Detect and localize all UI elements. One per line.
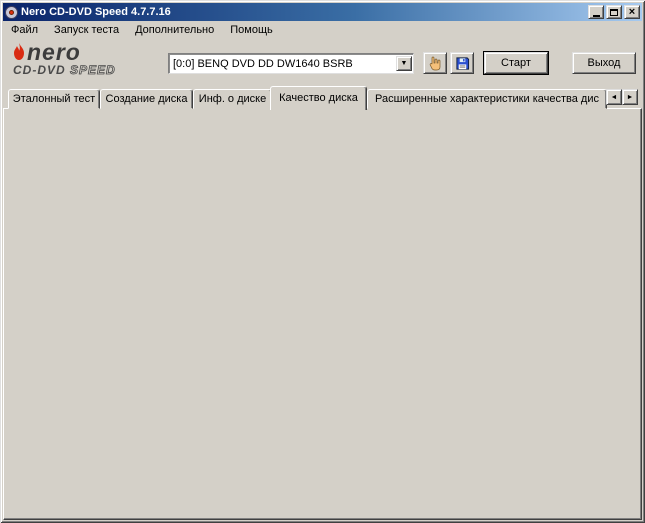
tab-advanced-quality[interactable]: Расширенные характеристики качества дис <box>367 89 607 109</box>
tab-scroll-right-button[interactable]: ► <box>622 89 638 105</box>
menu-item-run-test[interactable]: Запуск теста <box>46 22 127 38</box>
window-title: Nero CD-DVD Speed 4.7.7.16 <box>21 6 171 18</box>
title-bar[interactable]: Nero CD-DVD Speed 4.7.7.16 × <box>3 3 642 21</box>
logo-flame-icon <box>13 43 25 61</box>
minimize-icon <box>592 14 600 17</box>
maximize-button[interactable] <box>606 5 622 19</box>
tab-create-disc[interactable]: Создание диска <box>100 89 193 109</box>
app-window: Nero CD-DVD Speed 4.7.7.16 × Файл Запуск… <box>0 0 645 523</box>
drive-select-value: [0:0] BENQ DVD DD DW1640 BSRB <box>173 57 353 70</box>
logo-product-speed: SPEED <box>70 63 116 78</box>
tab-scroll-left-button[interactable]: ◄ <box>606 89 622 105</box>
logo-product: CD-DVD <box>13 63 66 77</box>
chevron-down-icon: ▼ <box>400 60 408 67</box>
start-button[interactable]: Старт <box>483 51 549 75</box>
tab-benchmark[interactable]: Эталонный тест <box>8 89 100 109</box>
maximize-icon <box>610 8 618 16</box>
menu-item-extra[interactable]: Дополнительно <box>127 22 222 38</box>
start-button-label: Старт <box>501 57 531 69</box>
drive-select-arrow[interactable]: ▼ <box>396 56 412 71</box>
logo-name: nero <box>27 39 81 65</box>
menu-bar: Файл Запуск теста Дополнительно Помощь <box>3 21 642 39</box>
app-icon <box>5 5 18 19</box>
nero-logo: nero CD-DVD SPEED <box>13 39 116 78</box>
arrow-right-icon: ► <box>626 93 634 101</box>
quality-tab-page <box>3 108 642 520</box>
exit-button-label: Выход <box>587 57 621 69</box>
tab-disc-info[interactable]: Инф. о диске <box>193 89 272 109</box>
drive-select[interactable]: [0:0] BENQ DVD DD DW1640 BSRB ▼ <box>168 53 414 74</box>
comment-button[interactable] <box>423 52 447 74</box>
floppy-save-icon <box>455 56 470 71</box>
tab-disc-quality[interactable]: Качество диска <box>270 86 367 110</box>
minimize-button[interactable] <box>588 5 604 19</box>
menu-item-help[interactable]: Помощь <box>222 22 281 38</box>
close-button[interactable]: × <box>624 5 640 19</box>
menu-item-file[interactable]: Файл <box>3 22 46 38</box>
save-button[interactable] <box>450 52 474 74</box>
arrow-left-icon: ◄ <box>610 93 618 101</box>
hand-pen-icon <box>427 55 443 71</box>
toolbar: nero CD-DVD SPEED [0:0] BENQ DVD DD DW16… <box>3 39 642 87</box>
exit-button[interactable]: Выход <box>572 52 636 74</box>
